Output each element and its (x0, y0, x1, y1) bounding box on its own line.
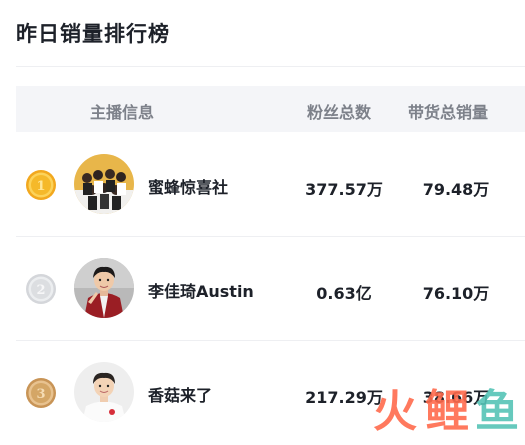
anchor-name[interactable]: 李佳琦Austin (148, 278, 254, 302)
silver-medal-icon: 2 (26, 274, 56, 304)
sales-count: 79.48万 (422, 180, 490, 199)
row-divider (16, 236, 525, 237)
anchor-name[interactable]: 香菇来了 (148, 382, 212, 406)
fans-count: 377.57万 (305, 180, 383, 199)
avatar[interactable] (74, 154, 134, 214)
header-sales-total: 带货总销量 (408, 103, 489, 122)
gold-medal-icon: 1 (26, 170, 56, 200)
bronze-medal-icon: 3 (26, 378, 56, 408)
avatar[interactable] (74, 258, 134, 318)
page-title: 昨日销量排行榜 (16, 22, 170, 46)
title-divider (16, 66, 525, 67)
fans-count: 0.63亿 (316, 284, 372, 303)
avatar[interactable] (74, 362, 134, 422)
anchor-name[interactable]: 蜜蜂惊喜社 (148, 174, 228, 198)
header-anchor-info: 主播信息 (90, 103, 155, 122)
watermark-logo: 火 鲤 鱼 (373, 386, 519, 437)
medal-rank-number: 3 (36, 387, 45, 402)
row-divider (16, 340, 525, 341)
medal-rank-number: 2 (36, 283, 45, 298)
watermark-char-carp: 鲤 (425, 386, 469, 437)
header-fans-total: 粉丝总数 (307, 103, 372, 122)
medal-rank-number: 1 (36, 179, 45, 194)
table-header: 主播信息 粉丝总数 带货总销量 (16, 86, 525, 132)
table-row[interactable]: 1 蜜蜂惊喜社 377.57万 79.48万 (16, 134, 525, 237)
sales-count: 76.10万 (422, 284, 490, 303)
watermark-char-fish: 鱼 (475, 386, 519, 437)
watermark-char-fire: 火 (373, 386, 417, 437)
table-row[interactable]: 2 李佳琦Austin 0.63亿 76.10万 (16, 238, 525, 341)
